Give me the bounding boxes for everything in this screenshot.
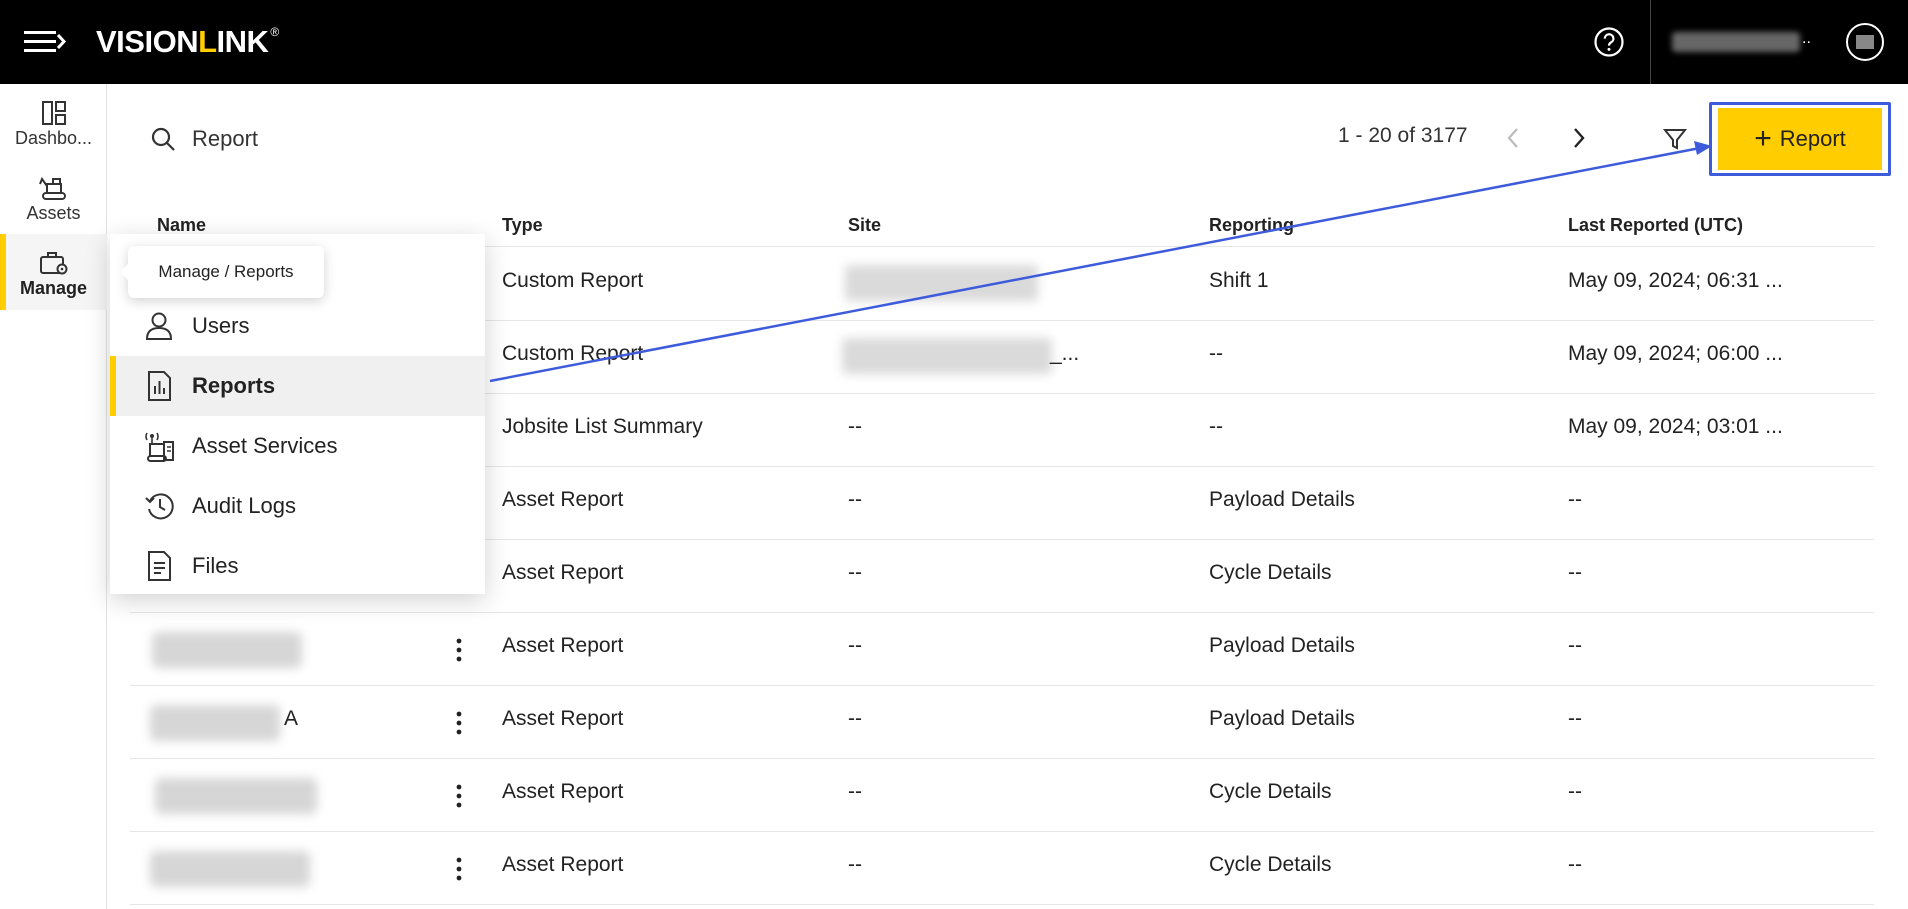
- search-input[interactable]: [192, 122, 592, 156]
- help-icon[interactable]: [1593, 26, 1625, 58]
- visionlink-logo[interactable]: VISIONLINK ®: [96, 22, 279, 62]
- redacted-name: [150, 851, 310, 887]
- column-header-site[interactable]: Site: [848, 215, 881, 236]
- briefcase-gear-icon: [39, 252, 67, 275]
- cell-last-reported: May 09, 2024; 06:31 ...: [1568, 269, 1783, 292]
- cell-last-reported: May 09, 2024; 03:01 ...: [1568, 415, 1783, 438]
- cell-site: --: [848, 488, 862, 511]
- nav-item-dashboard[interactable]: Dashbo...: [0, 84, 107, 160]
- cell-type: Custom Report: [502, 269, 644, 292]
- table-row[interactable]: Asset Report -- Payload Details --: [130, 612, 1874, 686]
- cell-site: --: [848, 415, 862, 438]
- top-divider: [1650, 0, 1651, 84]
- cell-type: Jobsite List Summary: [502, 415, 703, 438]
- cell-reporting: Cycle Details: [1209, 780, 1332, 803]
- nav-item-label: Dashbo...: [14, 128, 93, 148]
- cell-site: _...: [1050, 342, 1080, 365]
- cell-site: --: [848, 634, 862, 657]
- table-row[interactable]: A Asset Report -- Payload Details --: [130, 685, 1874, 759]
- cell-site: --: [848, 707, 862, 730]
- add-report-button[interactable]: + Report: [1718, 108, 1882, 170]
- cell-type: Asset Report: [502, 561, 624, 584]
- menu-item-asset-services[interactable]: Asset Services: [110, 416, 485, 476]
- cell-type: Asset Report: [502, 488, 624, 511]
- redacted-name: [150, 705, 280, 741]
- redacted-user-name: [1672, 32, 1800, 52]
- column-header-last-reported[interactable]: Last Reported (UTC): [1568, 215, 1743, 236]
- top-bar: VISIONLINK ® ..: [0, 0, 1908, 84]
- menu-icon[interactable]: [22, 26, 68, 58]
- column-header-name[interactable]: Name: [157, 215, 206, 236]
- cell-reporting: Payload Details: [1209, 634, 1355, 657]
- column-header-reporting[interactable]: Reporting: [1209, 215, 1294, 236]
- chevron-left-icon[interactable]: [1500, 124, 1528, 152]
- redacted-name: [155, 778, 317, 814]
- redacted-site: [842, 338, 1052, 374]
- nav-item-label: Manage: [19, 278, 88, 298]
- plus-icon: +: [1754, 122, 1772, 155]
- avatar[interactable]: [1846, 23, 1884, 61]
- excavator-icon: [38, 176, 66, 200]
- cell-last-reported: --: [1568, 488, 1582, 511]
- cell-site: --: [848, 853, 862, 876]
- asset-services-icon: [145, 432, 174, 462]
- cell-reporting: Cycle Details: [1209, 561, 1332, 584]
- nav-item-label: Assets: [26, 203, 81, 223]
- more-vertical-icon[interactable]: [445, 780, 473, 812]
- filter-icon[interactable]: [1662, 126, 1688, 152]
- search-icon: [151, 127, 175, 151]
- cell-name-suffix: A: [284, 707, 299, 730]
- cell-reporting: --: [1209, 342, 1223, 365]
- pagination-summary: 1 - 20 of 3177: [1338, 124, 1468, 147]
- nav-item-manage[interactable]: Manage: [0, 234, 107, 310]
- history-icon: [145, 493, 174, 520]
- more-vertical-icon[interactable]: [445, 853, 473, 885]
- breadcrumb-tooltip: Manage / Reports: [120, 246, 324, 298]
- cell-type: Asset Report: [502, 634, 624, 657]
- table-row[interactable]: Asset Report -- Cycle Details --: [130, 758, 1874, 832]
- menu-item-users[interactable]: Users: [110, 296, 485, 356]
- file-icon: [148, 551, 171, 581]
- column-header-type[interactable]: Type: [502, 215, 543, 236]
- cell-type: Asset Report: [502, 707, 624, 730]
- cell-last-reported: May 09, 2024; 06:00 ...: [1568, 342, 1783, 365]
- redacted-name: [152, 632, 302, 668]
- cell-reporting: Payload Details: [1209, 488, 1355, 511]
- cell-reporting: Payload Details: [1209, 707, 1355, 730]
- cell-site: --: [848, 780, 862, 803]
- cell-last-reported: --: [1568, 707, 1582, 730]
- cell-last-reported: --: [1568, 634, 1582, 657]
- chevron-right-icon[interactable]: [1564, 124, 1592, 152]
- cell-type: Asset Report: [502, 853, 624, 876]
- more-vertical-icon[interactable]: [445, 634, 473, 666]
- table-row[interactable]: Asset Report -- Cycle Details --: [130, 831, 1874, 905]
- cell-last-reported: --: [1568, 780, 1582, 803]
- menu-item-reports[interactable]: Reports: [110, 356, 485, 416]
- menu-item-audit-logs[interactable]: Audit Logs: [110, 476, 485, 536]
- cell-reporting: Cycle Details: [1209, 853, 1332, 876]
- menu-item-files[interactable]: Files: [110, 536, 485, 596]
- redacted-site: [845, 265, 1038, 301]
- cell-last-reported: --: [1568, 561, 1582, 584]
- cell-reporting: Shift 1: [1209, 269, 1269, 292]
- user-name[interactable]: ..: [1672, 30, 1812, 54]
- more-vertical-icon[interactable]: [445, 707, 473, 739]
- cell-reporting: --: [1209, 415, 1223, 438]
- user-icon: [145, 312, 173, 340]
- cell-type: Custom Report: [502, 342, 644, 365]
- dashboard-icon: [41, 101, 66, 125]
- report-icon: [148, 371, 171, 401]
- cell-last-reported: --: [1568, 853, 1582, 876]
- cell-site: --: [848, 561, 862, 584]
- left-nav: Dashbo... Assets Manage: [0, 84, 107, 909]
- nav-item-assets[interactable]: Assets: [0, 159, 107, 235]
- cell-type: Asset Report: [502, 780, 624, 803]
